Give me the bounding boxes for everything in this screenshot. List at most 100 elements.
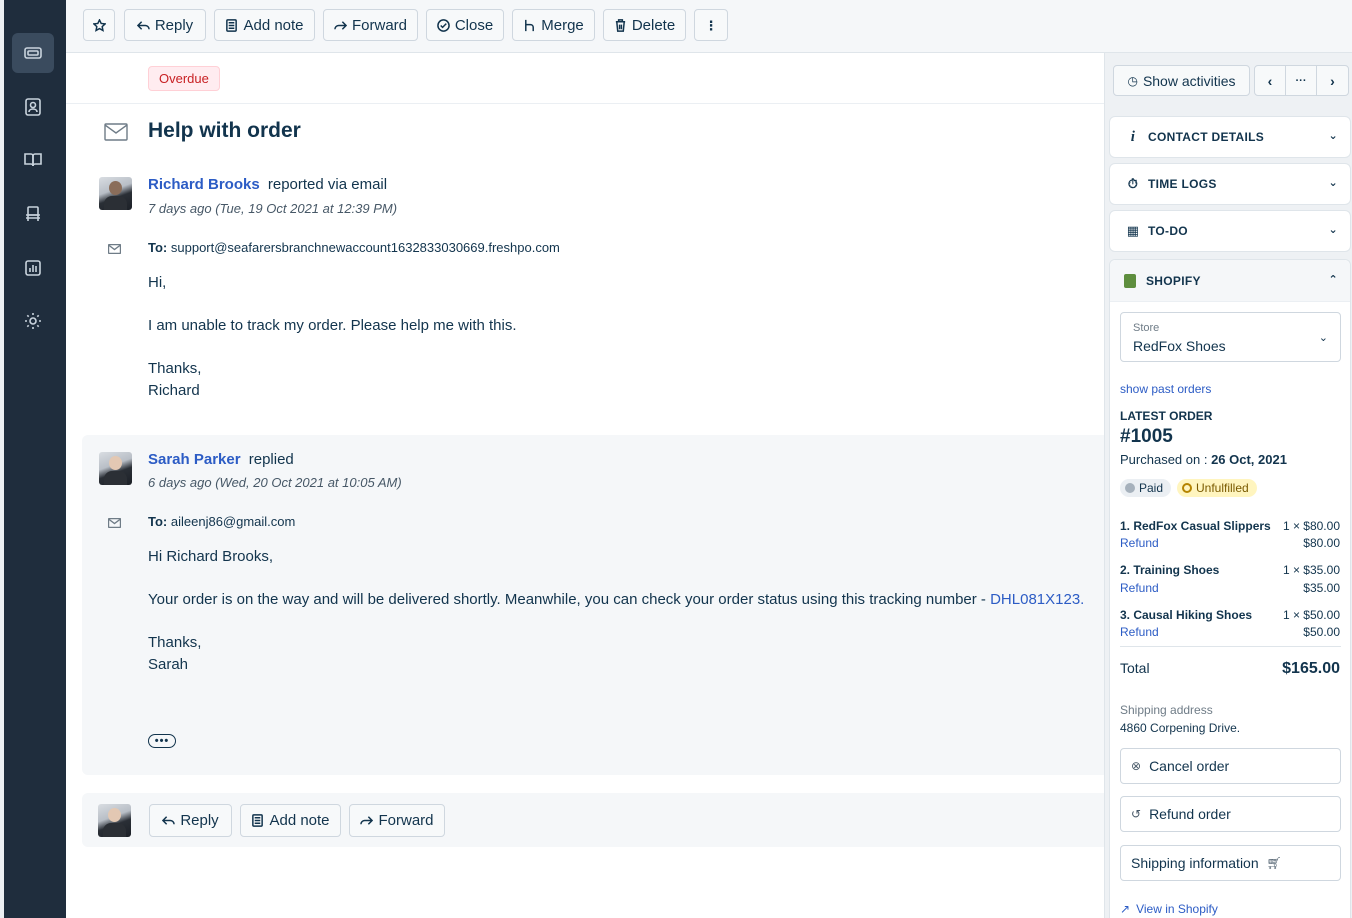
check-circle-icon — [436, 18, 450, 32]
purchase-date: Purchased on : 26 Oct, 2021 — [1120, 452, 1287, 467]
message-sender-line: Sarah Parker replied — [148, 451, 294, 468]
sender-name-link[interactable]: Sarah Parker — [148, 451, 241, 468]
add-note-button[interactable]: Add note — [214, 9, 315, 41]
more-options-button[interactable]: ⋮ — [694, 9, 728, 41]
nav-knowledge-base-icon[interactable] — [12, 140, 54, 180]
recipient-line: To: support@seafarersbranchnewaccount163… — [148, 240, 560, 255]
message-body-line: I am unable to track my order. Please he… — [148, 317, 517, 334]
merge-button[interactable]: Merge — [512, 9, 595, 41]
paid-badge: Paid — [1120, 479, 1172, 497]
order-item-qty: 1 × $50.00 — [1282, 608, 1340, 622]
divider — [66, 103, 1104, 104]
item-refund-link[interactable]: Refund — [1120, 581, 1159, 595]
item-refund-link[interactable]: Refund — [1120, 625, 1159, 639]
star-icon — [92, 18, 106, 32]
chevron-down-icon: ⌄ — [1328, 224, 1338, 236]
order-item-total: $80.00 — [1303, 536, 1340, 550]
overdue-badge: Overdue — [148, 66, 220, 91]
close-ticket-button[interactable]: Close — [426, 9, 504, 41]
show-past-orders-link[interactable]: show past orders — [1120, 382, 1211, 396]
activity-clock-icon: ◷ — [1127, 73, 1138, 88]
message-body-line: Richard — [148, 382, 200, 399]
order-item-qty: 1 × $80.00 — [1282, 519, 1340, 533]
nav-chair-icon[interactable] — [12, 194, 54, 234]
external-link-icon: ↗ — [1120, 902, 1131, 916]
cancel-order-button[interactable]: ⊗ Cancel order — [1120, 748, 1341, 784]
calendar-icon: ▦ — [1126, 223, 1140, 238]
refund-order-button[interactable]: ↺ Refund order — [1120, 796, 1341, 832]
forward-icon — [360, 816, 374, 825]
message-body-line: Sarah — [148, 656, 189, 673]
email-small-icon — [107, 515, 122, 533]
more-ticket-button[interactable]: ··· — [1286, 66, 1317, 95]
bottom-forward-button[interactable]: Forward — [349, 804, 445, 837]
cancel-circle-icon: ⊗ — [1131, 759, 1142, 773]
order-number: #1005 — [1120, 426, 1173, 447]
item-refund-link[interactable]: Refund — [1120, 536, 1159, 550]
view-in-shopify-link[interactable]: ↗ View in Shopify — [1120, 902, 1218, 916]
message-body-line: Hi Richard Brooks, — [148, 548, 274, 565]
agent-avatar — [98, 804, 131, 837]
avatar-sarah-parker[interactable] — [99, 452, 132, 485]
shopify-panel: SHOPIFY ⌃ Store RedFox Shoes ⌄ show past… — [1109, 259, 1351, 918]
left-nav — [0, 0, 66, 918]
info-icon: i — [1130, 128, 1136, 145]
latest-order-label: LATEST ORDER — [1120, 409, 1213, 423]
forward-icon — [334, 20, 347, 30]
message-body-line: Your order is on the way and will be del… — [148, 591, 1085, 608]
chevron-down-icon: ⌄ — [1328, 177, 1338, 189]
order-item-name: 2. Training Shoes — [1120, 563, 1220, 577]
chevron-down-icon: ⌄ — [1328, 130, 1338, 142]
tracking-number-link[interactable]: DHL081X123. — [990, 591, 1084, 608]
chevron-down-icon: ⌄ — [1318, 332, 1328, 344]
previous-ticket-button[interactable]: ‹ — [1255, 66, 1286, 95]
message-timestamp: 7 days ago (Tue, 19 Oct 2021 at 12:39 PM… — [148, 201, 398, 216]
order-item-total: $35.00 — [1303, 581, 1340, 595]
show-quoted-text-button[interactable]: ••• — [148, 734, 176, 748]
message-body-line: Thanks, — [148, 360, 202, 377]
star-button[interactable] — [83, 9, 115, 41]
unfulfilled-badge: Unfulfilled — [1177, 479, 1257, 497]
shopify-bag-icon — [1124, 273, 1136, 288]
store-select[interactable]: Store RedFox Shoes ⌄ — [1120, 312, 1341, 362]
order-item-qty: 1 × $35.00 — [1282, 563, 1340, 577]
shopify-panel-header[interactable]: SHOPIFY ⌃ — [1110, 260, 1350, 302]
shipping-address-value: 4860 Corpening Drive. — [1120, 721, 1241, 735]
contact-details-panel[interactable]: i CONTACT DETAILS ⌄ — [1109, 116, 1351, 158]
message-sender-line: Richard Brooks reported via email — [148, 176, 388, 193]
message-body-line: Hi, — [148, 274, 167, 291]
avatar-richard-brooks[interactable] — [99, 177, 132, 210]
kebab-icon: ⋮ — [704, 17, 718, 33]
reply-button[interactable]: Reply — [124, 9, 206, 41]
nav-reports-icon[interactable] — [12, 248, 54, 288]
shipping-address-label: Shipping address — [1120, 703, 1213, 717]
next-ticket-button[interactable]: › — [1317, 66, 1348, 95]
nav-settings-icon[interactable] — [12, 301, 54, 341]
delete-button[interactable]: Delete — [603, 9, 686, 41]
sender-name-link[interactable]: Richard Brooks — [148, 176, 260, 193]
message-body-line: Thanks, — [148, 634, 202, 651]
nav-tickets-icon[interactable] — [12, 33, 54, 73]
refund-icon: ↺ — [1131, 807, 1142, 821]
chevron-up-icon: ⌃ — [1328, 274, 1338, 286]
total-label: Total — [1120, 660, 1150, 676]
todo-panel[interactable]: ▦ TO-DO ⌄ — [1109, 210, 1351, 252]
conversation-pane: Overdue Help with order Richard Brooks r… — [66, 53, 1104, 918]
bottom-add-note-button[interactable]: Add note — [240, 804, 341, 837]
ticket-subject: Help with order — [148, 119, 301, 142]
status-dot-icon — [1125, 483, 1135, 493]
forward-button[interactable]: Forward — [323, 9, 418, 41]
email-channel-icon — [104, 123, 128, 146]
email-small-icon — [107, 241, 122, 259]
shipping-information-button[interactable]: Shipping information 🛒︎ — [1120, 845, 1341, 881]
nav-contacts-icon[interactable] — [12, 87, 54, 127]
time-logs-panel[interactable]: ⏱ TIME LOGS ⌄ — [1109, 163, 1351, 205]
show-activities-button[interactable]: ◷ Show activities — [1113, 65, 1250, 96]
order-item-name: 1. RedFox Casual Slippers — [1120, 519, 1271, 533]
message-timestamp: 6 days ago (Wed, 20 Oct 2021 at 10:05 AM… — [148, 475, 402, 490]
stopwatch-icon: ⏱ — [1127, 176, 1139, 191]
note-icon — [226, 18, 238, 32]
trash-icon — [615, 18, 625, 32]
bottom-reply-button[interactable]: Reply — [149, 804, 232, 837]
recipient-line: To: aileenj86@gmail.com — [148, 514, 296, 529]
